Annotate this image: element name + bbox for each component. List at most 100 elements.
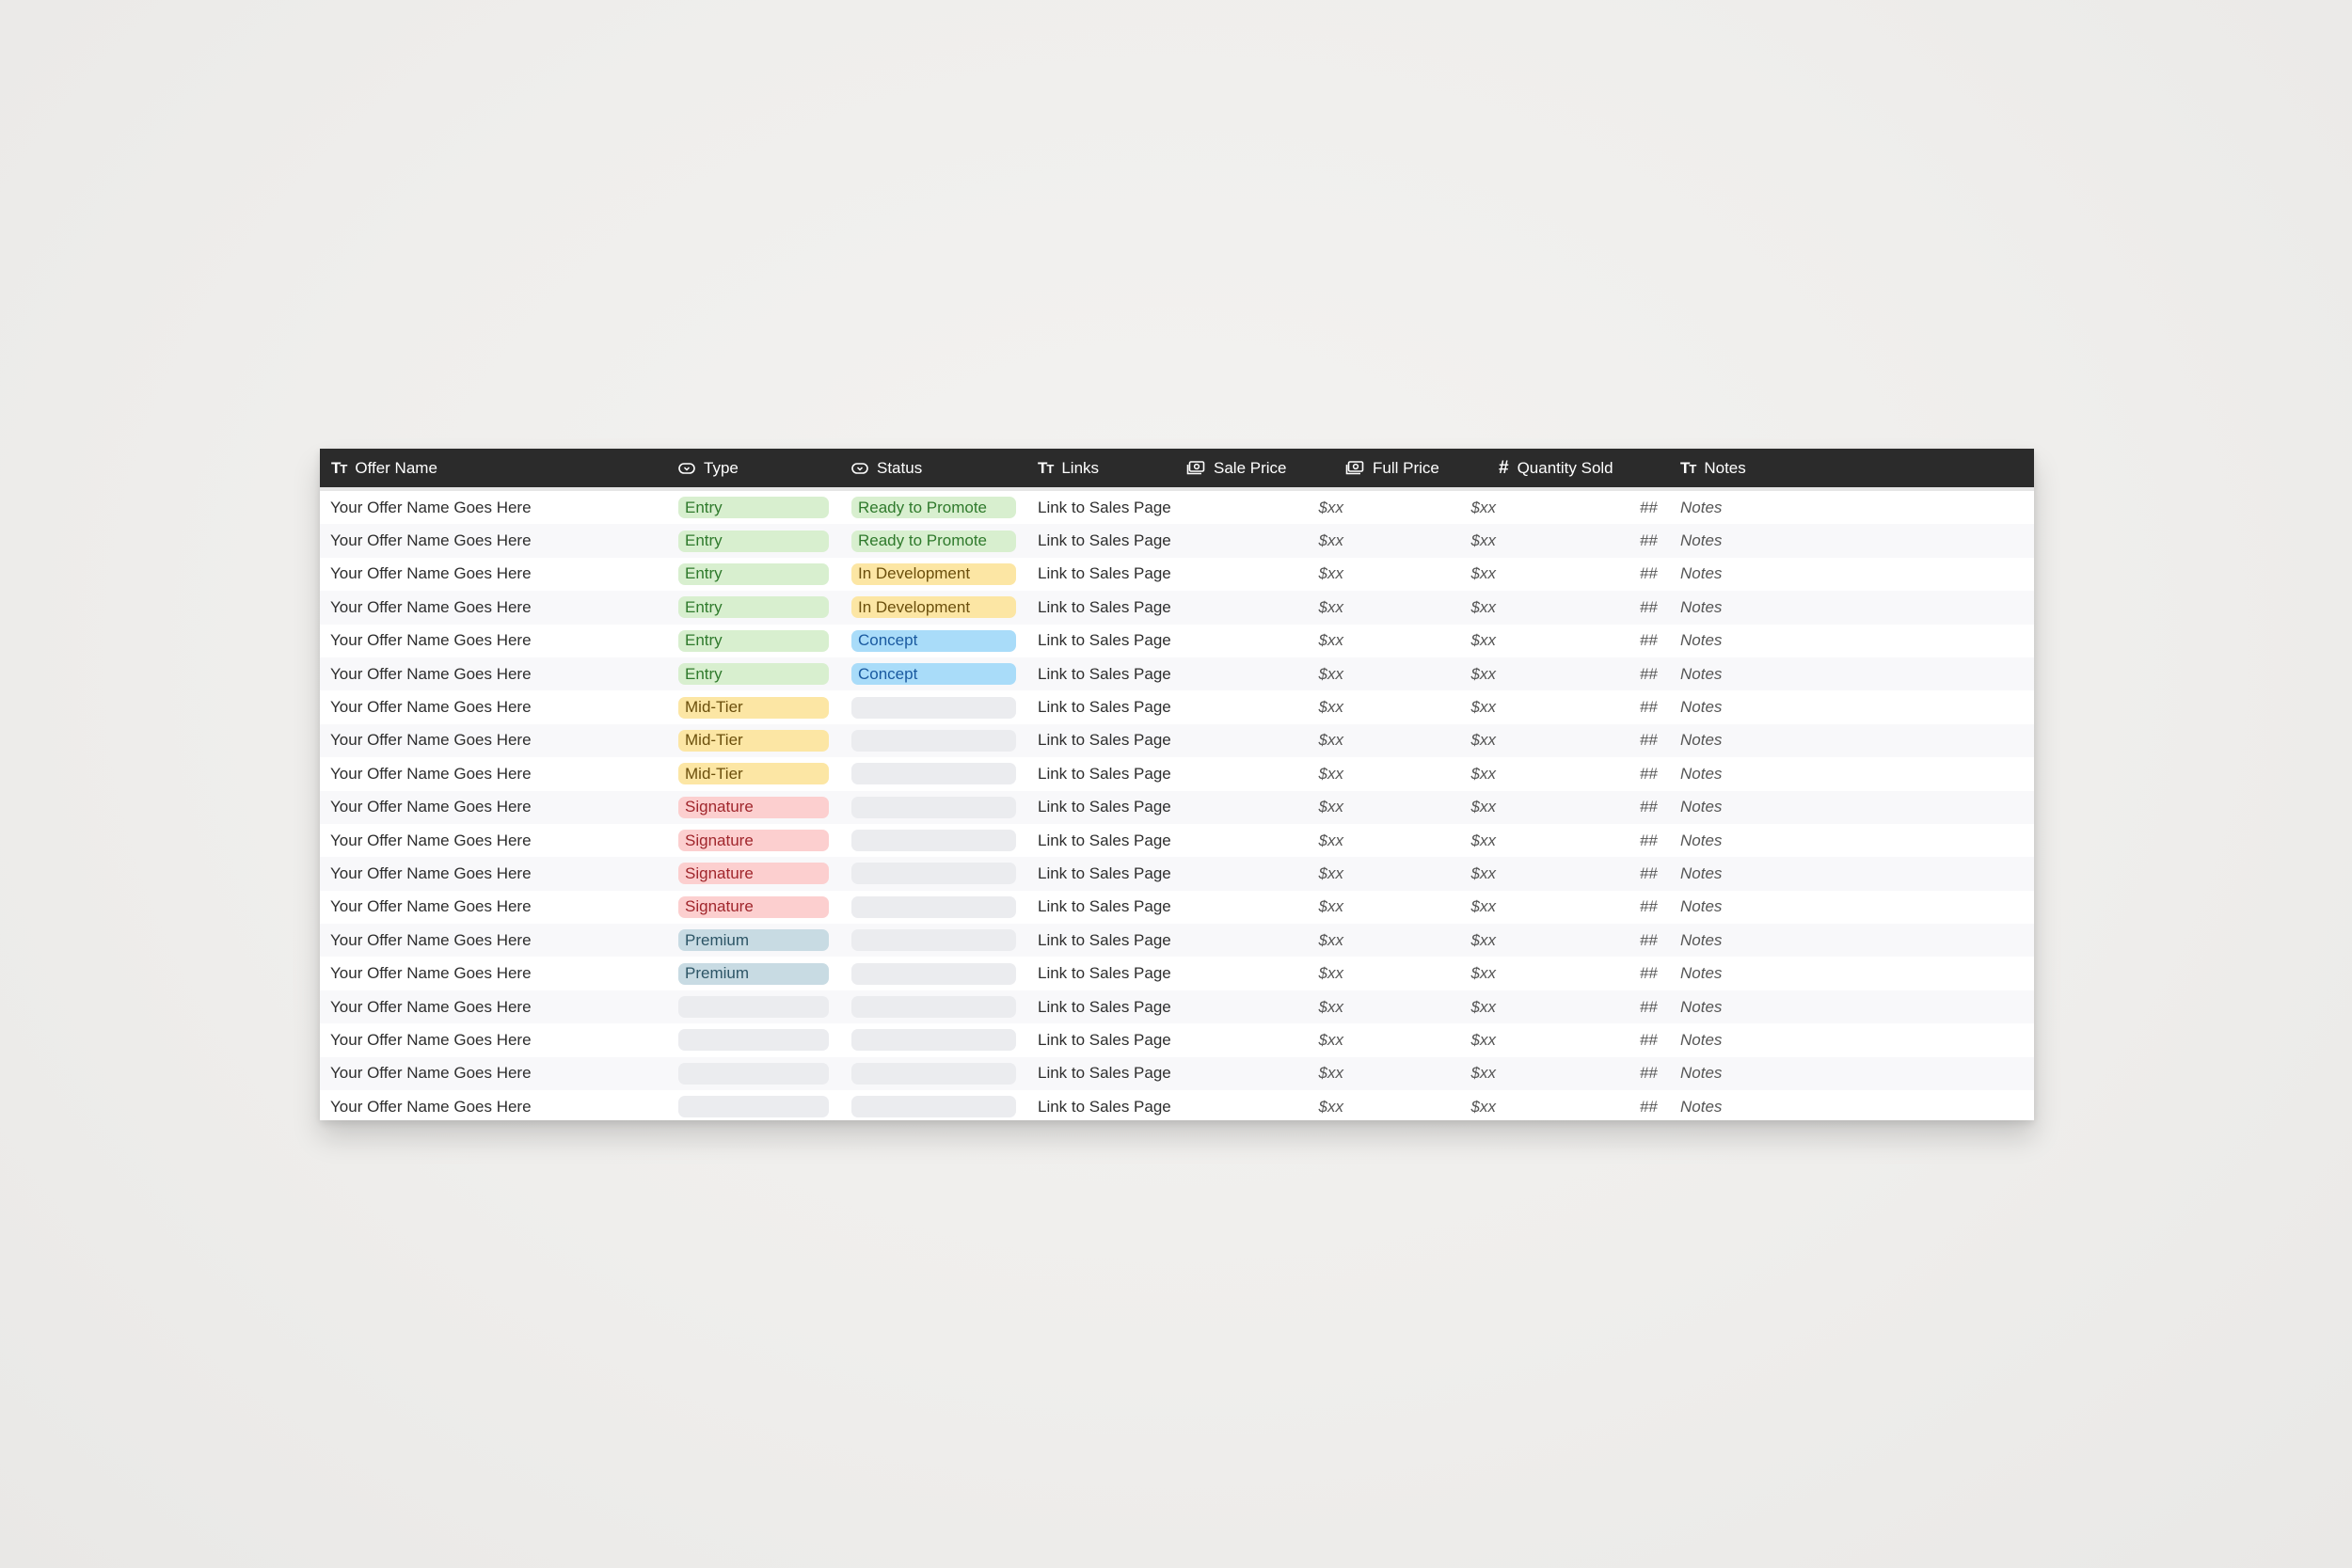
type-tag[interactable]: Entry — [678, 530, 829, 552]
status-tag[interactable]: In Development — [851, 596, 1016, 619]
cell-type[interactable]: Entry — [678, 657, 829, 690]
cell-notes[interactable]: Notes — [1680, 1057, 1722, 1090]
cell-notes[interactable]: Notes — [1680, 657, 1722, 690]
cell-qty[interactable]: ## — [1501, 657, 1658, 690]
cell-type[interactable]: Signature — [678, 791, 829, 824]
type-tag[interactable]: Mid-Tier — [678, 696, 829, 719]
cell-sale[interactable]: $xx — [1185, 524, 1343, 557]
cell-status[interactable]: Concept — [851, 625, 1016, 657]
cell-notes[interactable]: Notes — [1680, 690, 1722, 723]
status-tag-empty[interactable] — [851, 729, 1016, 752]
cell-notes[interactable]: Notes — [1680, 757, 1722, 790]
cell-type[interactable] — [678, 990, 829, 1023]
type-tag-empty[interactable] — [678, 1062, 829, 1085]
cell-notes[interactable]: Notes — [1680, 1090, 1722, 1120]
cell-type[interactable]: Entry — [678, 558, 829, 591]
cell-sale[interactable]: $xx — [1185, 1057, 1343, 1090]
status-tag[interactable]: Concept — [851, 663, 1016, 686]
cell-name[interactable]: Your Offer Name Goes Here — [330, 657, 532, 690]
cell-links[interactable]: Link to Sales Page — [1038, 591, 1171, 624]
column-header-type[interactable]: Type — [678, 449, 739, 487]
column-header-links[interactable]: TT Links — [1038, 449, 1099, 487]
cell-qty[interactable]: ## — [1501, 625, 1658, 657]
cell-status[interactable] — [851, 857, 1016, 890]
type-tag[interactable]: Premium — [678, 962, 829, 985]
cell-links[interactable]: Link to Sales Page — [1038, 690, 1171, 723]
cell-type[interactable]: Premium — [678, 924, 829, 957]
status-tag-empty[interactable] — [851, 796, 1016, 818]
cell-name[interactable]: Your Offer Name Goes Here — [330, 591, 532, 624]
cell-notes[interactable]: Notes — [1680, 924, 1722, 957]
cell-full[interactable]: $xx — [1345, 791, 1496, 824]
cell-links[interactable]: Link to Sales Page — [1038, 891, 1171, 924]
type-tag-empty[interactable] — [678, 996, 829, 1019]
cell-notes[interactable]: Notes — [1680, 1023, 1722, 1056]
cell-name[interactable]: Your Offer Name Goes Here — [330, 1057, 532, 1090]
cell-name[interactable]: Your Offer Name Goes Here — [330, 1090, 532, 1120]
status-tag-empty[interactable] — [851, 763, 1016, 785]
cell-name[interactable]: Your Offer Name Goes Here — [330, 491, 532, 524]
cell-sale[interactable]: $xx — [1185, 1090, 1343, 1120]
cell-qty[interactable]: ## — [1501, 1090, 1658, 1120]
column-header-notes[interactable]: TT Notes — [1680, 449, 1746, 487]
cell-full[interactable]: $xx — [1345, 924, 1496, 957]
cell-qty[interactable]: ## — [1501, 791, 1658, 824]
cell-full[interactable]: $xx — [1345, 1090, 1496, 1120]
cell-full[interactable]: $xx — [1345, 857, 1496, 890]
cell-qty[interactable]: ## — [1501, 491, 1658, 524]
cell-status[interactable] — [851, 824, 1016, 857]
cell-status[interactable]: Ready to Promote — [851, 491, 1016, 524]
cell-links[interactable]: Link to Sales Page — [1038, 824, 1171, 857]
cell-full[interactable]: $xx — [1345, 891, 1496, 924]
cell-sale[interactable]: $xx — [1185, 690, 1343, 723]
table-row[interactable]: Your Offer Name Goes Here Signature Link t… — [320, 891, 2034, 924]
cell-sale[interactable]: $xx — [1185, 591, 1343, 624]
status-tag-empty[interactable] — [851, 929, 1016, 952]
cell-notes[interactable]: Notes — [1680, 491, 1722, 524]
table-row[interactable]: Your Offer Name Goes Here Mid-Tier Link to… — [320, 690, 2034, 723]
cell-full[interactable]: $xx — [1345, 757, 1496, 790]
status-tag[interactable]: In Development — [851, 562, 1016, 585]
cell-type[interactable]: Entry — [678, 524, 829, 557]
cell-links[interactable]: Link to Sales Page — [1038, 990, 1171, 1023]
status-tag-empty[interactable] — [851, 830, 1016, 852]
cell-name[interactable]: Your Offer Name Goes Here — [330, 990, 532, 1023]
status-tag-empty[interactable] — [851, 696, 1016, 719]
type-tag[interactable]: Entry — [678, 497, 829, 519]
cell-sale[interactable]: $xx — [1185, 724, 1343, 757]
cell-notes[interactable]: Notes — [1680, 857, 1722, 890]
status-tag-empty[interactable] — [851, 1062, 1016, 1085]
cell-sale[interactable]: $xx — [1185, 857, 1343, 890]
type-tag[interactable]: Mid-Tier — [678, 763, 829, 785]
cell-status[interactable] — [851, 957, 1016, 990]
cell-qty[interactable]: ## — [1501, 524, 1658, 557]
table-row[interactable]: Your Offer Name Goes Here Entry Ready to P… — [320, 491, 2034, 524]
status-tag-empty[interactable] — [851, 1029, 1016, 1052]
status-tag-empty[interactable] — [851, 895, 1016, 918]
cell-notes[interactable]: Notes — [1680, 591, 1722, 624]
cell-name[interactable]: Your Offer Name Goes Here — [330, 924, 532, 957]
type-tag[interactable]: Entry — [678, 562, 829, 585]
status-tag[interactable]: Ready to Promote — [851, 497, 1016, 519]
cell-notes[interactable]: Notes — [1680, 724, 1722, 757]
cell-sale[interactable]: $xx — [1185, 791, 1343, 824]
cell-notes[interactable]: Notes — [1680, 558, 1722, 591]
type-tag[interactable]: Entry — [678, 596, 829, 619]
cell-qty[interactable]: ## — [1501, 1057, 1658, 1090]
cell-full[interactable]: $xx — [1345, 558, 1496, 591]
cell-status[interactable]: Concept — [851, 657, 1016, 690]
cell-links[interactable]: Link to Sales Page — [1038, 957, 1171, 990]
column-header-name[interactable]: TT Offer Name — [331, 449, 437, 487]
cell-full[interactable]: $xx — [1345, 990, 1496, 1023]
cell-full[interactable]: $xx — [1345, 957, 1496, 990]
cell-type[interactable]: Mid-Tier — [678, 724, 829, 757]
cell-full[interactable]: $xx — [1345, 724, 1496, 757]
cell-sale[interactable]: $xx — [1185, 757, 1343, 790]
cell-type[interactable]: Signature — [678, 857, 829, 890]
cell-status[interactable] — [851, 990, 1016, 1023]
table-row[interactable]: Your Offer Name Goes Here Link to Sales P… — [320, 990, 2034, 1024]
cell-type[interactable] — [678, 1023, 829, 1056]
table-row[interactable]: Your Offer Name Goes Here Premium Link to … — [320, 924, 2034, 958]
cell-qty[interactable]: ## — [1501, 990, 1658, 1023]
status-tag-empty[interactable] — [851, 1096, 1016, 1118]
